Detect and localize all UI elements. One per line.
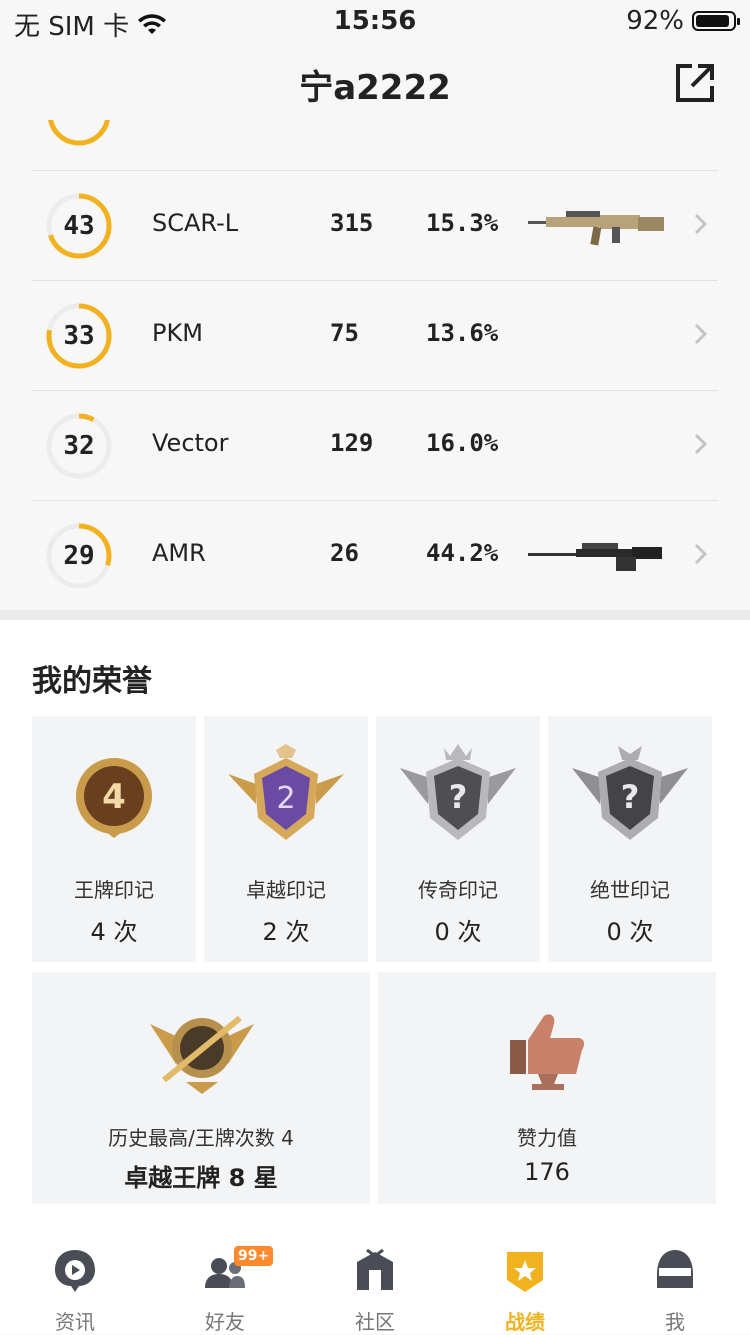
- battery-icon: [692, 11, 740, 31]
- mark-card-legend[interactable]: ? 传奇印记 0 次: [376, 716, 540, 962]
- likes-label: 赞力值: [517, 1126, 577, 1150]
- mark-count: 0 次: [606, 918, 654, 946]
- weapon-name: Vector: [152, 429, 229, 457]
- mark-card-peerless[interactable]: ? 绝世印记 0 次: [548, 716, 712, 962]
- page-title: 宁a2222: [299, 68, 451, 108]
- amr-rifle-image: [528, 543, 662, 571]
- weapon-name: AMR: [152, 539, 206, 567]
- mark-card-ace[interactable]: 4 王牌印记 4 次: [32, 716, 196, 962]
- page-header: 宁a2222: [0, 48, 750, 120]
- tab-bar: 资讯 99+ 好友 社区 战绩 我: [0, 1230, 750, 1334]
- tab-label: 战绩: [505, 1310, 545, 1334]
- tab-community[interactable]: 社区: [300, 1230, 450, 1334]
- record-icon: [507, 1252, 543, 1292]
- weapon-kills: 26: [330, 539, 359, 567]
- weapon-row[interactable]: 32 Vector 129 16.0%: [32, 390, 718, 501]
- weapon-rate: 16.0%: [426, 429, 499, 457]
- level-ring: [46, 523, 112, 589]
- tab-news[interactable]: 资讯: [0, 1230, 150, 1334]
- level-ring: [46, 303, 112, 369]
- weapon-rate: 44.2%: [426, 539, 499, 567]
- tab-label: 好友: [205, 1310, 245, 1334]
- thumbs-up-icon: [510, 1014, 585, 1090]
- community-icon: [357, 1248, 393, 1290]
- news-icon: [55, 1250, 95, 1292]
- weapon-rate: 15.3%: [426, 209, 499, 237]
- weapon-list: 43 SCAR-L 315 15.3% 33 PKM 75 13.6% 32 V…: [0, 120, 750, 610]
- mark-count: 2 次: [262, 918, 310, 946]
- legend-mark-symbol: ?: [449, 778, 468, 816]
- mark-label: 王牌印记: [74, 878, 154, 902]
- weapon-kills: 75: [330, 319, 359, 347]
- chevron-right-icon: [694, 433, 708, 455]
- partial-ring: [48, 120, 110, 146]
- honors-section: 我的荣誉 4 王牌印记 4 次 2 卓越印记 2 次 ? 传奇印记 0 次 ? …: [0, 620, 750, 1230]
- ace-mark-number: 4: [102, 777, 126, 817]
- weapon-row[interactable]: 43 SCAR-L 315 15.3%: [32, 170, 718, 281]
- friends-badge: 99+: [234, 1246, 274, 1266]
- tab-label: 资讯: [55, 1310, 95, 1334]
- profile-icon: [657, 1250, 693, 1288]
- tab-label: 社区: [355, 1310, 395, 1334]
- mark-count: 4 次: [90, 918, 138, 946]
- scar-l-rifle-image: [528, 211, 664, 246]
- weapon-kills: 315: [330, 209, 374, 237]
- tab-label: 我: [665, 1310, 685, 1334]
- ace-mark-icon: 4: [76, 758, 152, 838]
- chevron-right-icon: [694, 323, 708, 345]
- tab-profile[interactable]: 我: [600, 1230, 750, 1334]
- elite-mark-icon: 2: [228, 744, 344, 840]
- tab-record[interactable]: 战绩: [450, 1230, 600, 1334]
- peerless-mark-icon: ?: [572, 746, 688, 840]
- weapon-row[interactable]: 29 AMR 26 44.2%: [32, 500, 718, 610]
- mark-card-elite[interactable]: 2 卓越印记 2 次: [204, 716, 368, 962]
- chevron-right-icon: [694, 213, 708, 235]
- level-ring: [46, 193, 112, 259]
- section-divider: [0, 610, 750, 620]
- share-icon[interactable]: [674, 62, 716, 104]
- likes-value: 176: [524, 1158, 570, 1186]
- mark-count: 0 次: [434, 918, 482, 946]
- battery-level: [696, 15, 730, 27]
- weapon-name: PKM: [152, 319, 203, 347]
- weapon-row[interactable]: 33 PKM 75 13.6%: [32, 280, 718, 391]
- best-rank-label: 历史最高/王牌次数 4: [108, 1126, 294, 1150]
- tab-friends[interactable]: 99+ 好友: [150, 1230, 300, 1334]
- likes-card[interactable]: 赞力值 176: [378, 972, 716, 1204]
- mark-label: 传奇印记: [418, 878, 498, 902]
- rank-emblem-icon: [150, 1015, 254, 1094]
- peerless-mark-symbol: ?: [621, 778, 640, 816]
- status-bar: 无 SIM 卡 15:56 92%: [0, 0, 750, 42]
- best-rank-card[interactable]: 历史最高/王牌次数 4 卓越王牌 8 星: [32, 972, 370, 1204]
- elite-mark-number: 2: [276, 781, 295, 816]
- weapon-rate: 13.6%: [426, 319, 499, 347]
- battery-percent: 92%: [626, 6, 684, 36]
- mark-label: 绝世印记: [590, 878, 670, 902]
- mark-label: 卓越印记: [246, 878, 326, 902]
- best-rank-value: 卓越王牌 8 星: [124, 1164, 278, 1192]
- weapon-kills: 129: [330, 429, 374, 457]
- chevron-right-icon: [694, 543, 708, 565]
- section-title: 我的荣誉: [32, 664, 152, 699]
- level-ring: [46, 413, 112, 479]
- legend-mark-icon: ?: [400, 744, 516, 840]
- weapon-name: SCAR-L: [152, 209, 239, 237]
